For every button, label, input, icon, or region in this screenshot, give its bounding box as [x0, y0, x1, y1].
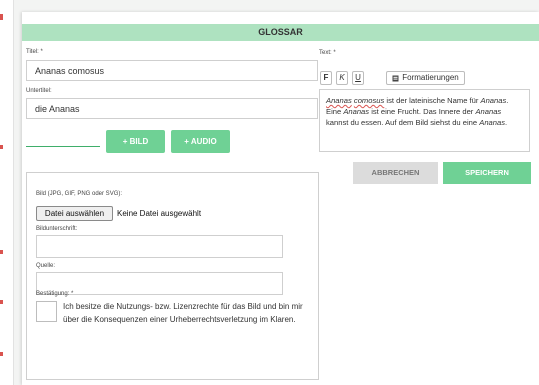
editor-text: ist eine Frucht. Das Innere der: [369, 107, 476, 116]
confirm-checkbox[interactable]: [36, 301, 57, 322]
caption-input[interactable]: [36, 235, 283, 258]
image-upload-section: Bild (JPG, GIF, PNG oder SVG): Datei aus…: [26, 172, 319, 380]
plus-icon: +: [122, 137, 128, 146]
formatting-button[interactable]: Formatierungen: [386, 71, 465, 85]
image-type-label: Bild (JPG, GIF, PNG oder SVG):: [36, 191, 123, 197]
text-label: Text: *: [319, 50, 336, 56]
edge-marker: [0, 300, 3, 304]
plus-icon: +: [184, 137, 189, 146]
subtitle-input[interactable]: die Ananas: [26, 98, 318, 119]
confirm-label: Bestätigung: *: [36, 291, 74, 297]
source-label: Quelle:: [36, 263, 56, 269]
save-button[interactable]: SPEICHERN: [443, 162, 531, 184]
add-audio-button[interactable]: + AUDIO: [171, 130, 230, 153]
background-page-edge: [0, 0, 14, 385]
editor-italic: Ananas: [479, 118, 506, 127]
editor-text: .: [505, 118, 508, 127]
italic-button[interactable]: K: [336, 71, 348, 85]
choose-file-button[interactable]: Datei auswählen: [36, 206, 113, 221]
title-label: Titel: *: [26, 49, 43, 55]
add-image-button[interactable]: + BILD: [106, 130, 165, 153]
edge-marker: [0, 352, 3, 356]
formatting-icon: [392, 75, 399, 81]
edge-marker: [0, 250, 3, 254]
subtitle-input-value: die Ananas: [35, 103, 80, 114]
underline-button[interactable]: U: [352, 71, 364, 85]
edge-marker: [0, 14, 3, 20]
title-input[interactable]: Ananas comosus: [26, 60, 318, 81]
no-file-text: Keine Datei ausgewählt: [117, 209, 202, 218]
bold-button[interactable]: F: [320, 71, 332, 85]
editor-italic: comosus: [353, 96, 385, 105]
editor-italic: Ananas: [475, 107, 502, 116]
add-image-label: BILD: [129, 137, 149, 146]
divider-line: [26, 146, 100, 147]
formatting-label: Formatierungen: [402, 73, 459, 82]
dialog-title: GLOSSAR: [22, 24, 539, 41]
editor-text: kannst du essen. Auf dem Bild siehst du …: [326, 118, 480, 127]
add-audio-label: AUDIO: [190, 137, 217, 146]
text-editor[interactable]: Ananas comosus ist der lateinische Name …: [319, 89, 530, 152]
glossary-dialog: GLOSSAR Titel: * Ananas comosus Untertit…: [22, 12, 539, 385]
edge-marker: [0, 145, 3, 149]
confirm-text: Ich besitze die Nutzungs- bzw. Lizenzrec…: [63, 302, 303, 324]
title-input-value: Ananas comosus: [35, 65, 105, 76]
editor-italic: Ananas: [480, 96, 507, 105]
editor-italic: Ananas: [343, 107, 370, 116]
editor-italic: Ananas: [326, 96, 352, 105]
cancel-button[interactable]: ABBRECHEN: [353, 162, 438, 184]
subtitle-label: Untertitel:: [26, 88, 52, 94]
caption-label: Bildunterschrift:: [36, 226, 78, 232]
editor-text: ist der lateinische Name für: [384, 96, 481, 105]
